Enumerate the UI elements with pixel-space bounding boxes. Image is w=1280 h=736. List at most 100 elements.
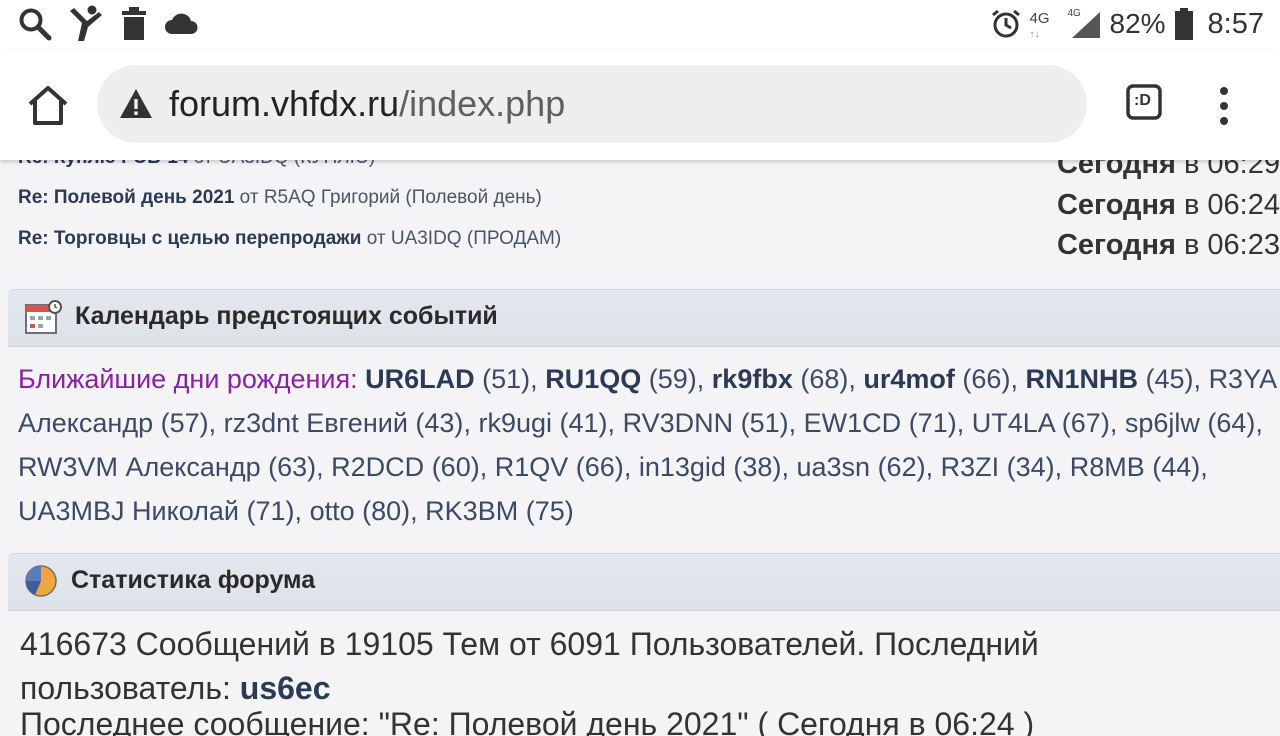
birthday-entry: RN1NHB (45), [1025, 364, 1202, 394]
birthday-user-link[interactable]: rk9ugi [478, 408, 552, 438]
clock: 8:57 [1207, 7, 1264, 40]
notification-icons [18, 4, 198, 44]
birthday-age: (80) [354, 496, 411, 526]
birthday-age: (41) [552, 408, 608, 438]
birthday-entry: UT4LA (67), [971, 408, 1118, 438]
cloud-icon [165, 13, 198, 34]
birthday-entry: rk9ugi (41), [478, 408, 616, 438]
birthday-entry: R2DCD (60), [331, 452, 488, 482]
trash-icon [122, 7, 146, 40]
birthday-user-link[interactable]: R2DCD [331, 452, 424, 482]
birthdays-list: Ближайшие дни рождения: UR6LAD (51), RU1… [18, 357, 1280, 533]
birthday-user-link[interactable]: RU1QQ [545, 364, 641, 394]
birthday-age: (59) [641, 364, 697, 394]
alarm-icon [991, 9, 1020, 38]
birthday-entry: UR6LAD (51), [365, 364, 538, 394]
birthday-age: (71) [239, 496, 295, 526]
birthday-entry: in13gid (38), [638, 452, 789, 482]
search-icon [19, 8, 52, 41]
birthday-user-link[interactable]: sp6jlw [1125, 408, 1200, 438]
calendar-section-header: Календарь предстоящих событий [8, 289, 1280, 347]
birthday-user-link[interactable]: R3ZI [941, 452, 1000, 482]
birthday-user-link[interactable]: UR6LAD [365, 364, 475, 394]
post-time-clock: в 06:24 [1175, 189, 1280, 221]
birthday-age: (64) [1199, 408, 1256, 438]
calendar-title: Календарь предстоящих событий [75, 302, 498, 330]
status-bar: 4G ↑↓ 4G 82% 8:57 [0, 0, 1280, 50]
more-options-icon[interactable] [1212, 86, 1236, 126]
birthday-age: (68) [792, 364, 849, 394]
birthday-user-link[interactable]: RV3DNN [623, 408, 734, 438]
post-meta: от UA3IDQ (ПРОДАМ) [361, 228, 562, 249]
network-type-label: 4G [1029, 10, 1050, 27]
birthday-entry: R8MB (44), [1069, 452, 1208, 482]
birthday-entry: rk9fbx (68), [711, 364, 856, 394]
birthday-age: (66) [954, 364, 1011, 394]
tab-switcher-label: :D [1134, 92, 1151, 109]
birthday-entry: RW3VM Александр (63), [18, 452, 324, 482]
birthday-age: (34) [999, 452, 1055, 482]
birthday-user-link[interactable]: ua3sn [796, 452, 870, 482]
birthdays-label: Ближайшие дни рождения: [18, 364, 358, 394]
home-icon[interactable] [26, 83, 70, 127]
birthday-user-link[interactable]: RK3BM [425, 496, 518, 526]
birthday-age: (71) [901, 408, 957, 438]
birthday-age: (38) [725, 452, 782, 482]
birthday-age: (51) [474, 364, 531, 394]
stats-summary: 416673 Сообщений в 19105 Тем от 6091 Пол… [20, 626, 1039, 706]
calendar-icon [25, 300, 62, 334]
url-text[interactable]: forum.vhfdx.ru/index.php [169, 83, 565, 125]
birthday-user-link[interactable]: ur4mof [863, 364, 955, 394]
birthday-user-link[interactable]: R1QV [495, 452, 569, 482]
last-post-line: Последнее сообщение: "Re: Полевой день 2… [20, 706, 1035, 736]
post-time-clock: в 06:23 [1175, 229, 1280, 261]
birthday-entry: EW1CD (71), [803, 408, 965, 438]
post-title-link[interactable]: Re: Торговцы с целью перепродажи [18, 228, 361, 249]
battery-percent: 82% [1109, 8, 1166, 39]
birthday-entry: RK3BM (75) [425, 496, 574, 526]
birthday-entry: ur4mof (66), [863, 364, 1018, 394]
birthday-user-link[interactable]: R8MB [1070, 452, 1145, 482]
birthday-entry: otto (80), [309, 496, 418, 526]
post-time: Сегодня в 06:24 [1057, 189, 1280, 222]
stats-section-header: Статистика форума [8, 553, 1280, 611]
birthday-entry: sp6jlw (64), [1124, 408, 1263, 438]
not-secure-warning-icon[interactable] [119, 87, 153, 121]
browser-toolbar: forum.vhfdx.ru/index.php :D [0, 50, 1280, 160]
birthday-user-link[interactable]: EW1CD [804, 408, 902, 438]
birthday-age: (51) [733, 408, 789, 438]
newest-user-link[interactable]: us6ec [240, 670, 331, 706]
birthday-user-link[interactable]: RN1NHB [1025, 364, 1138, 394]
system-indicators: 4G ↑↓ 4G 82% 8:57 [990, 4, 1264, 44]
birthday-entry: rz3dnt Евгений (43), [223, 408, 471, 438]
birthday-age: (44) [1144, 452, 1201, 482]
birthday-age: (43) [407, 408, 464, 438]
forum-stats: 416673 Сообщений в 19105 Тем от 6091 Пол… [20, 622, 1220, 710]
birthday-age: (45) [1138, 364, 1194, 394]
birthday-entry: RU1QQ (59), [545, 364, 705, 394]
birthday-user-link[interactable]: RW3VM Александр [18, 452, 261, 482]
network-type: 4G ↑↓ [1029, 10, 1050, 40]
recent-post-row[interactable]: Re: Полевой день 2021 от R5AQ Григорий (… [18, 187, 542, 209]
birthday-entry: UA3MBJ Николай (71), [18, 496, 303, 526]
url-path: /index.php [399, 83, 566, 124]
birthday-age: (60) [424, 452, 480, 482]
birthday-user-link[interactable]: otto [310, 496, 355, 526]
birthday-user-link[interactable]: rz3dnt Евгений [224, 408, 408, 438]
post-title-link[interactable]: Re: Полевой день 2021 [18, 187, 234, 208]
birthday-age: (67) [1054, 408, 1110, 438]
birthday-user-link[interactable]: in13gid [639, 452, 726, 482]
post-time-day: Сегодня [1056, 229, 1176, 261]
url-domain: forum.vhfdx.ru [169, 83, 400, 124]
birthday-user-link[interactable]: rk9fbx [712, 364, 793, 394]
battery-icon [1174, 8, 1193, 40]
address-bar[interactable]: forum.vhfdx.ru/index.php [97, 65, 1087, 143]
tab-switcher-button[interactable]: :D [1126, 84, 1162, 120]
stats-title: Статистика форума [71, 566, 316, 594]
birthday-entry: R3ZI (34), [940, 452, 1063, 482]
birthday-age: (66) [568, 452, 624, 482]
recent-post-row[interactable]: Re: Торговцы с целью перепродажи от UA3I… [18, 228, 561, 250]
yoga-person-icon [70, 5, 102, 41]
birthday-user-link[interactable]: UA3MBJ Николай [18, 496, 239, 526]
birthday-user-link[interactable]: UT4LA [972, 408, 1055, 438]
